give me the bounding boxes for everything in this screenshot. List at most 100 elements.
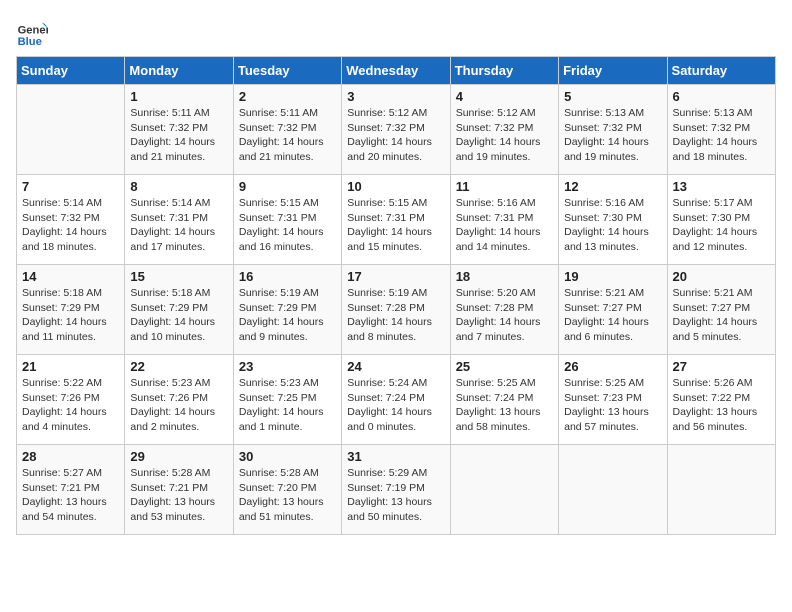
day-info: Sunrise: 5:14 AM Sunset: 7:32 PM Dayligh… [22, 196, 119, 255]
day-info: Sunrise: 5:21 AM Sunset: 7:27 PM Dayligh… [673, 286, 770, 345]
page-header: General Blue [16, 16, 776, 48]
day-cell: 6 Sunrise: 5:13 AM Sunset: 7:32 PM Daylig… [667, 85, 775, 175]
calendar-table: SundayMondayTuesdayWednesdayThursdayFrid… [16, 56, 776, 535]
day-info: Sunrise: 5:14 AM Sunset: 7:31 PM Dayligh… [130, 196, 227, 255]
day-info: Sunrise: 5:23 AM Sunset: 7:25 PM Dayligh… [239, 376, 336, 435]
day-cell: 1 Sunrise: 5:11 AM Sunset: 7:32 PM Daylig… [125, 85, 233, 175]
header-cell-wednesday: Wednesday [342, 57, 450, 85]
day-number: 21 [22, 359, 119, 374]
day-number: 10 [347, 179, 444, 194]
day-number: 8 [130, 179, 227, 194]
logo: General Blue [16, 16, 52, 48]
day-info: Sunrise: 5:22 AM Sunset: 7:26 PM Dayligh… [22, 376, 119, 435]
day-info: Sunrise: 5:28 AM Sunset: 7:20 PM Dayligh… [239, 466, 336, 525]
day-cell: 13 Sunrise: 5:17 AM Sunset: 7:30 PM Dayli… [667, 175, 775, 265]
header-cell-tuesday: Tuesday [233, 57, 341, 85]
day-cell: 28 Sunrise: 5:27 AM Sunset: 7:21 PM Dayli… [17, 445, 125, 535]
header-cell-friday: Friday [559, 57, 667, 85]
day-info: Sunrise: 5:18 AM Sunset: 7:29 PM Dayligh… [130, 286, 227, 345]
day-cell: 30 Sunrise: 5:28 AM Sunset: 7:20 PM Dayli… [233, 445, 341, 535]
day-cell: 18 Sunrise: 5:20 AM Sunset: 7:28 PM Dayli… [450, 265, 558, 355]
week-row-4: 21 Sunrise: 5:22 AM Sunset: 7:26 PM Dayli… [17, 355, 776, 445]
day-info: Sunrise: 5:13 AM Sunset: 7:32 PM Dayligh… [673, 106, 770, 165]
day-number: 30 [239, 449, 336, 464]
day-cell: 14Sunrise: 5:18 AM Sunset: 7:29 PM Dayli… [17, 265, 125, 355]
day-cell: 5 Sunrise: 5:13 AM Sunset: 7:32 PM Daylig… [559, 85, 667, 175]
header-cell-thursday: Thursday [450, 57, 558, 85]
day-info: Sunrise: 5:11 AM Sunset: 7:32 PM Dayligh… [130, 106, 227, 165]
day-info: Sunrise: 5:27 AM Sunset: 7:21 PM Dayligh… [22, 466, 119, 525]
day-number: 12 [564, 179, 661, 194]
day-info: Sunrise: 5:21 AM Sunset: 7:27 PM Dayligh… [564, 286, 661, 345]
day-cell [559, 445, 667, 535]
day-number: 19 [564, 269, 661, 284]
day-number: 6 [673, 89, 770, 104]
day-info: Sunrise: 5:25 AM Sunset: 7:23 PM Dayligh… [564, 376, 661, 435]
day-number: 5 [564, 89, 661, 104]
day-cell: 27 Sunrise: 5:26 AM Sunset: 7:22 PM Dayli… [667, 355, 775, 445]
week-row-5: 28 Sunrise: 5:27 AM Sunset: 7:21 PM Dayli… [17, 445, 776, 535]
day-cell: 19 Sunrise: 5:21 AM Sunset: 7:27 PM Dayli… [559, 265, 667, 355]
header-cell-sunday: Sunday [17, 57, 125, 85]
day-cell: 25 Sunrise: 5:25 AM Sunset: 7:24 PM Dayli… [450, 355, 558, 445]
day-cell [450, 445, 558, 535]
day-cell: 11Sunrise: 5:16 AM Sunset: 7:31 PM Dayli… [450, 175, 558, 265]
day-cell: 31 Sunrise: 5:29 AM Sunset: 7:19 PM Dayli… [342, 445, 450, 535]
header-cell-monday: Monday [125, 57, 233, 85]
day-number: 23 [239, 359, 336, 374]
day-info: Sunrise: 5:25 AM Sunset: 7:24 PM Dayligh… [456, 376, 553, 435]
week-row-2: 7 Sunrise: 5:14 AM Sunset: 7:32 PM Daylig… [17, 175, 776, 265]
day-cell: 23 Sunrise: 5:23 AM Sunset: 7:25 PM Dayli… [233, 355, 341, 445]
day-cell [667, 445, 775, 535]
day-cell: 24 Sunrise: 5:24 AM Sunset: 7:24 PM Dayli… [342, 355, 450, 445]
day-info: Sunrise: 5:17 AM Sunset: 7:30 PM Dayligh… [673, 196, 770, 255]
day-number: 9 [239, 179, 336, 194]
day-number: 25 [456, 359, 553, 374]
day-number: 26 [564, 359, 661, 374]
day-cell: 2Sunrise: 5:11 AM Sunset: 7:32 PM Daylig… [233, 85, 341, 175]
day-info: Sunrise: 5:20 AM Sunset: 7:28 PM Dayligh… [456, 286, 553, 345]
day-info: Sunrise: 5:15 AM Sunset: 7:31 PM Dayligh… [347, 196, 444, 255]
day-number: 13 [673, 179, 770, 194]
day-number: 15 [130, 269, 227, 284]
logo-icon: General Blue [16, 16, 48, 48]
day-cell: 9 Sunrise: 5:15 AM Sunset: 7:31 PM Daylig… [233, 175, 341, 265]
day-number: 27 [673, 359, 770, 374]
header-cell-saturday: Saturday [667, 57, 775, 85]
day-cell: 22Sunrise: 5:23 AM Sunset: 7:26 PM Dayli… [125, 355, 233, 445]
day-number: 11 [456, 179, 553, 194]
header-row: SundayMondayTuesdayWednesdayThursdayFrid… [17, 57, 776, 85]
day-info: Sunrise: 5:12 AM Sunset: 7:32 PM Dayligh… [456, 106, 553, 165]
day-cell: 17 Sunrise: 5:19 AM Sunset: 7:28 PM Dayli… [342, 265, 450, 355]
day-info: Sunrise: 5:19 AM Sunset: 7:28 PM Dayligh… [347, 286, 444, 345]
day-cell: 8 Sunrise: 5:14 AM Sunset: 7:31 PM Daylig… [125, 175, 233, 265]
day-number: 20 [673, 269, 770, 284]
day-info: Sunrise: 5:16 AM Sunset: 7:30 PM Dayligh… [564, 196, 661, 255]
svg-text:Blue: Blue [18, 36, 42, 48]
day-number: 7 [22, 179, 119, 194]
svg-text:General: General [18, 25, 48, 37]
day-info: Sunrise: 5:29 AM Sunset: 7:19 PM Dayligh… [347, 466, 444, 525]
day-number: 18 [456, 269, 553, 284]
day-number: 1 [130, 89, 227, 104]
day-number: 24 [347, 359, 444, 374]
day-cell: 21 Sunrise: 5:22 AM Sunset: 7:26 PM Dayli… [17, 355, 125, 445]
day-cell [17, 85, 125, 175]
day-info: Sunrise: 5:23 AM Sunset: 7:26 PM Dayligh… [130, 376, 227, 435]
day-number: 17 [347, 269, 444, 284]
day-info: Sunrise: 5:24 AM Sunset: 7:24 PM Dayligh… [347, 376, 444, 435]
day-number: 29 [130, 449, 227, 464]
day-number: 28 [22, 449, 119, 464]
week-row-3: 14 Sunrise: 5:18 AM Sunset: 7:29 PM Dayli… [17, 265, 776, 355]
day-cell: 16 Sunrise: 5:19 AM Sunset: 7:29 PM Dayli… [233, 265, 341, 355]
day-cell: 26 Sunrise: 5:25 AM Sunset: 7:23 PM Dayli… [559, 355, 667, 445]
day-info: Sunrise: 5:15 AM Sunset: 7:31 PM Dayligh… [239, 196, 336, 255]
day-info: Sunrise: 5:19 AM Sunset: 7:29 PM Dayligh… [239, 286, 336, 345]
day-info: Sunrise: 5:26 AM Sunset: 7:22 PM Dayligh… [673, 376, 770, 435]
day-cell: 15 Sunrise: 5:18 AM Sunset: 7:29 PM Dayli… [125, 265, 233, 355]
day-number: 2 [239, 89, 336, 104]
day-number: 31 [347, 449, 444, 464]
day-number: 16 [239, 269, 336, 284]
day-info: Sunrise: 5:13 AM Sunset: 7:32 PM Dayligh… [564, 106, 661, 165]
day-number: 14 [22, 269, 119, 284]
